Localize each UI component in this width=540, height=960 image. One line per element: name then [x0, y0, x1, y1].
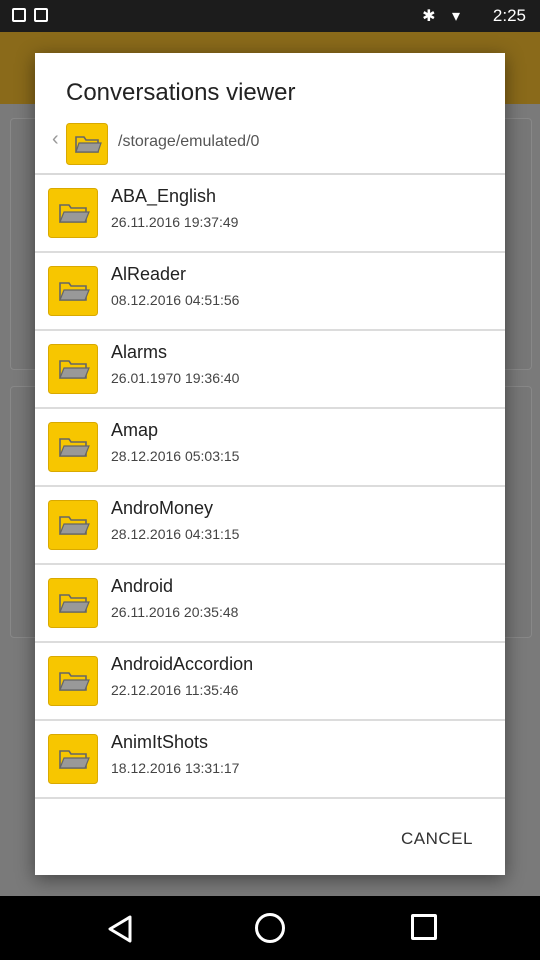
status-time: 2:25: [492, 6, 526, 25]
nav-home-icon[interactable]: [255, 913, 285, 943]
notification-icon: [12, 8, 26, 22]
folder-icon: [48, 578, 98, 628]
folder-name: AndroidAccordion: [111, 654, 254, 674]
folder-name: ABA_English: [111, 186, 217, 206]
folder-name: Alarms: [111, 342, 168, 362]
back-icon[interactable]: ‹: [52, 128, 59, 151]
folder-date: 18.12.2016 13:31:17: [111, 760, 240, 776]
status-icons: ✱ ▾: [422, 8, 466, 25]
nav-back-icon[interactable]: [105, 914, 135, 944]
folder-icon: [48, 422, 98, 472]
folder-icon: [48, 266, 98, 316]
conversations-dialog: Conversations viewer ‹ /storage/emulated…: [35, 53, 505, 875]
folder-name: Android: [111, 576, 174, 596]
folder-date: 26.11.2016 19:37:49: [111, 214, 239, 230]
folder-icon: [48, 734, 98, 784]
current-path: /storage/emulated/0: [118, 133, 260, 150]
list-item[interactable]: Android 26.11.2016 20:35:48: [35, 565, 505, 643]
notification-icon: [34, 8, 48, 22]
folder-list: ABA_English 26.11.2016 19:37:49 AlReader…: [35, 175, 505, 799]
folder-date: 22.12.2016 11:35:46: [111, 682, 239, 698]
folder-name: AndroMoney: [111, 498, 214, 518]
folder-icon: [48, 656, 98, 706]
folder-icon: [48, 188, 98, 238]
folder-date: 08.12.2016 04:51:56: [111, 292, 240, 308]
path-bar: ‹ /storage/emulated/0: [35, 119, 505, 169]
folder-date: 26.01.1970 19:36:40: [111, 370, 240, 386]
folder-name: AlReader: [111, 264, 187, 284]
folder-date: 26.11.2016 20:35:48: [111, 604, 239, 620]
cancel-button[interactable]: CANCEL: [401, 829, 473, 849]
folder-date: 28.12.2016 05:03:15: [111, 448, 240, 464]
folder-name: Amap: [111, 420, 159, 440]
navigation-bar: [0, 896, 540, 960]
folder-icon[interactable]: [66, 123, 108, 165]
status-bar: ✱ ▾ 2:25: [0, 0, 540, 32]
folder-date: 28.12.2016 04:31:15: [111, 526, 240, 542]
dialog-title: Conversations viewer: [66, 79, 296, 106]
list-item[interactable]: ABA_English 26.11.2016 19:37:49: [35, 175, 505, 253]
list-item[interactable]: AndroMoney 28.12.2016 04:31:15: [35, 487, 505, 565]
list-item[interactable]: AndroidAccordion 22.12.2016 11:35:46: [35, 643, 505, 721]
folder-icon: [48, 500, 98, 550]
list-item[interactable]: Amap 28.12.2016 05:03:15: [35, 409, 505, 487]
nav-recent-icon[interactable]: [411, 914, 437, 940]
list-item[interactable]: AlReader 08.12.2016 04:51:56: [35, 253, 505, 331]
list-item[interactable]: AnimItShots 18.12.2016 13:31:17: [35, 721, 505, 799]
list-item[interactable]: Alarms 26.01.1970 19:36:40: [35, 331, 505, 409]
folder-name: AnimItShots: [111, 732, 209, 752]
folder-icon: [48, 344, 98, 394]
